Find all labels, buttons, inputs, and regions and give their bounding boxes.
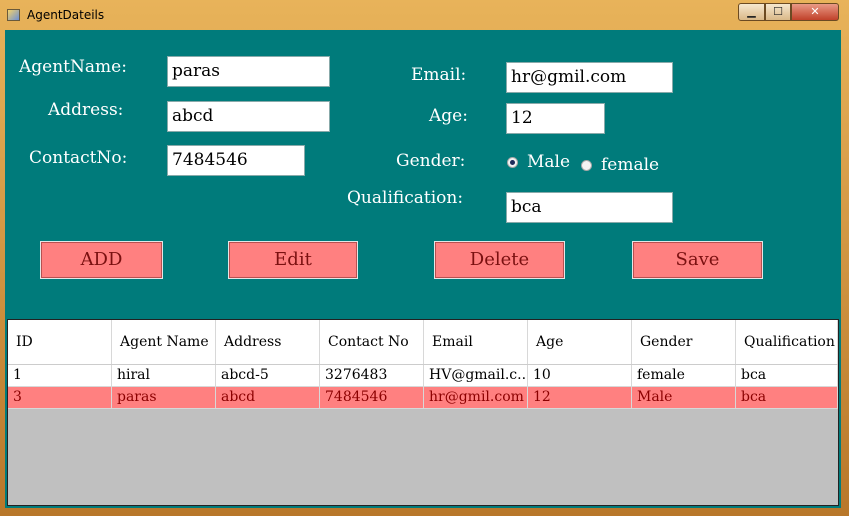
cell-gender: Male [632,387,736,409]
age-label: Age: [429,106,468,126]
email-label: Email: [411,65,467,85]
cell-email: HV@gmail.c... [424,365,528,387]
col-header-gender[interactable]: Gender [632,320,736,364]
close-button[interactable]: ✕ [791,3,839,21]
add-button[interactable]: ADD [40,241,163,279]
male-radio-label[interactable]: Male [527,152,570,172]
save-button[interactable]: Save [632,241,763,279]
cell-contact: 3276483 [320,365,424,387]
col-header-address[interactable]: Address [216,320,320,364]
cell-age: 12 [528,387,632,409]
grid-header: ID Agent Name Address Contact No Email A… [8,320,838,365]
app-icon [7,9,20,21]
table-row[interactable]: 1 hiral abcd-5 3276483 HV@gmail.c... 10 … [8,365,838,387]
window-title: AgentDateils [27,8,105,22]
cell-gender: female [632,365,736,387]
col-header-age[interactable]: Age [528,320,632,364]
contact-label: ContactNo: [29,148,128,168]
female-radio[interactable] [581,160,592,171]
cell-address: abcd [216,387,320,409]
cell-age: 10 [528,365,632,387]
cell-agent-name: paras [112,387,216,409]
col-header-qualification[interactable]: Qualification [736,320,838,364]
cell-email: hr@gmil.com [424,387,528,409]
address-input[interactable]: abcd [167,101,330,132]
cell-id: 1 [8,365,112,387]
title-bar[interactable]: AgentDateils ▁ ☐ ✕ [0,0,849,30]
female-radio-label[interactable]: female [601,155,659,175]
cell-contact: 7484546 [320,387,424,409]
agent-name-label: AgentName: [19,57,127,77]
col-header-contact[interactable]: Contact No [320,320,424,364]
delete-button[interactable]: Delete [434,241,565,279]
email-input[interactable]: hr@gmil.com [506,62,673,93]
cell-agent-name: hiral [112,365,216,387]
qualification-input[interactable]: bca [506,192,673,223]
cell-qualification: bca [736,365,838,387]
agents-grid[interactable]: ID Agent Name Address Contact No Email A… [7,319,839,506]
age-input[interactable]: 12 [506,103,605,134]
address-label: Address: [48,100,124,120]
cell-id: 3 [8,387,112,409]
gender-label: Gender: [396,151,466,171]
table-row-selected[interactable]: 3 paras abcd 7484546 hr@gmil.com 12 Male… [8,387,838,409]
agent-name-input[interactable]: paras [167,56,330,87]
edit-button[interactable]: Edit [228,241,358,279]
maximize-button[interactable]: ☐ [765,3,791,21]
cell-qualification: bca [736,387,838,409]
form-panel: AgentName: paras Address: abcd ContactNo… [5,30,841,508]
contact-input[interactable]: 7484546 [167,145,305,176]
male-radio[interactable] [507,157,518,168]
window: AgentDateils ▁ ☐ ✕ AgentName: paras Addr… [0,0,849,516]
cell-address: abcd-5 [216,365,320,387]
col-header-id[interactable]: ID [8,320,112,364]
col-header-agent-name[interactable]: Agent Name [112,320,216,364]
col-header-email[interactable]: Email [424,320,528,364]
qualification-label: Qualification: [347,188,464,208]
minimize-button[interactable]: ▁ [738,3,765,21]
